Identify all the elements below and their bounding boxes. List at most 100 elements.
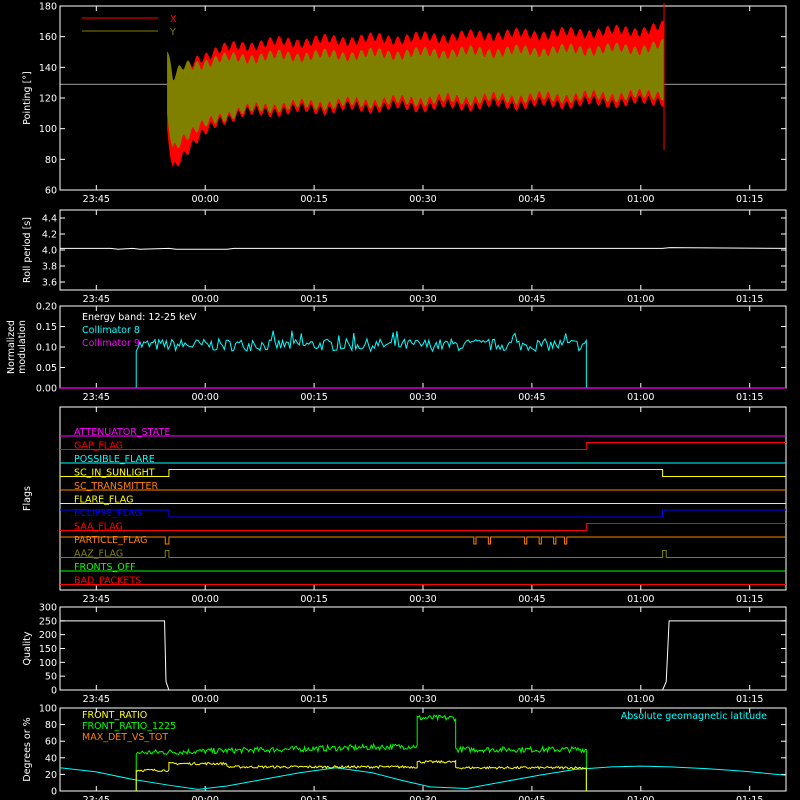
series-collimator-8: [60, 330, 786, 389]
x-tick-label: 01:15: [736, 795, 763, 800]
y-tick-label: 300: [39, 603, 57, 614]
panel-ratios: 23:45 00:00 00:15 00:30 00:45 01:00 01:15 0 20 40…: [22, 704, 787, 800]
legend-label-front-ratio-1225: FRONT_RATIO_1225: [82, 721, 176, 732]
y-axis-label-line1: Normalized: [6, 320, 17, 374]
x-tick-label: 00:45: [518, 594, 545, 605]
flag-label-fronts-off: FRONTS_OFF: [74, 562, 136, 573]
series-area-y: [167, 38, 665, 149]
y-tick-label: 160: [39, 32, 57, 43]
x-tick-label: 01:15: [736, 294, 763, 305]
panel-pointing: 23:45 00:00 00:15 00:30 00:45 01:00 01:15 60 80 1…: [22, 2, 787, 205]
flag-line-aaz-flag: [60, 550, 786, 558]
y-axis-label: Quality: [22, 631, 33, 665]
y-tick-label: 20: [45, 770, 57, 781]
y-tick-label: 150: [39, 644, 57, 655]
figure-canvas: 23:45 00:00 00:15 00:30 00:45 01:00 01:15 60 80 1…: [6, 2, 787, 800]
flag-label-flare-flag: FLARE_FLAG: [74, 495, 134, 506]
y-tick-label: 80: [45, 155, 57, 166]
x-tick-label: 23:45: [83, 795, 110, 800]
legend-label-x: X: [170, 14, 177, 25]
y-tick-label: 0.10: [36, 343, 57, 354]
panel-flags: 23:45 00:00 00:15 00:30 00:45 01:00 01:15 Flags…: [22, 406, 787, 605]
plot-frame: [59, 209, 787, 291]
y-tick-label: 180: [39, 2, 57, 13]
panel-modulation: 23:45 00:00 00:15 00:30 00:45 01:00 01:15 0.00 0…: [6, 302, 787, 403]
y-axis-label: Degrees or %: [22, 717, 33, 781]
flag-label-aaz-flag: AAZ_FLAG: [74, 549, 123, 560]
y-tick-label: 120: [39, 94, 57, 105]
flag-line-sc-in-sunlight: [60, 469, 786, 477]
x-tick-label: 00:00: [192, 594, 219, 605]
flag-label-eclipse-flag: ECLIPSE_FLAG: [74, 508, 142, 519]
x-tick-label: 00:15: [300, 392, 327, 403]
x-tick-label: 01:15: [736, 694, 763, 705]
flag-label-saa-flag: SAA_FLAG: [74, 522, 123, 533]
x-tick-label: 00:30: [409, 294, 436, 305]
x-tick-label: 01:00: [627, 594, 654, 605]
y-tick-label: 4.4: [42, 214, 57, 225]
x-tick-label: 23:45: [83, 194, 110, 205]
y-tick-label: 140: [39, 63, 57, 74]
series-line-roll-period: [60, 247, 787, 250]
legend-label-collimator-9: Collimator 9: [82, 338, 140, 349]
x-tick-label: 00:00: [192, 795, 219, 800]
x-tick-label: 01:15: [736, 594, 763, 605]
flag-line-eclipse-flag: [60, 509, 786, 518]
x-tick-label: 00:15: [300, 795, 327, 800]
legend-label-front-ratio: FRONT_RATIO: [82, 710, 147, 721]
y-tick-label: 0: [51, 787, 57, 798]
y-tick-label: 40: [45, 753, 57, 764]
x-tick-label: 00:15: [300, 294, 327, 305]
x-tick-label: 00:30: [409, 594, 436, 605]
x-tick-label: 00:45: [518, 392, 545, 403]
y-tick-label: 4.0: [42, 246, 57, 257]
x-tick-label: 23:45: [83, 294, 110, 305]
y-tick-label: 100: [39, 658, 57, 669]
x-tick-label: 01:00: [627, 294, 654, 305]
annotation-geomagnetic-latitude: Absolute geomagnetic latitude: [621, 711, 767, 722]
x-tick-label: 00:15: [300, 594, 327, 605]
flag-line-particle-flag: [60, 536, 786, 545]
y-tick-label: 60: [45, 186, 57, 197]
y-tick-label: 100: [39, 124, 57, 135]
x-tick-label: 01:15: [736, 194, 763, 205]
x-tick-label: 00:30: [409, 194, 436, 205]
y-tick-label: 200: [39, 630, 57, 641]
y-tick-label: 100: [39, 704, 57, 715]
flag-label-bad-packets: BAD_PACKETS: [74, 576, 141, 587]
flag-line-gap-flag: [60, 442, 786, 450]
x-tick-label: 00:45: [518, 294, 545, 305]
x-tick-label: 23:45: [83, 594, 110, 605]
annotation-energy-band: Energy band: 12-25 keV: [82, 312, 197, 323]
x-tick-label: 01:00: [627, 194, 654, 205]
plot-frame: [59, 606, 787, 691]
x-tick-label: 23:45: [83, 392, 110, 403]
x-tick-label: 00:30: [409, 392, 436, 403]
x-tick-label: 00:15: [300, 694, 327, 705]
x-tick-label: 00:00: [192, 294, 219, 305]
x-tick-label: 00:15: [300, 194, 327, 205]
x-tick-label: 00:00: [192, 392, 219, 403]
y-tick-label: 250: [39, 616, 57, 627]
series-line-quality: [60, 620, 786, 691]
flag-label-attenuator-state: ATTENUATOR_STATE: [74, 427, 170, 438]
legend-label-max-det-vs-tot: MAX_DET_VS_TOT: [82, 732, 168, 743]
y-tick-label: 0.15: [36, 322, 57, 333]
y-tick-label: 80: [45, 720, 57, 731]
x-tick-label: 00:45: [518, 795, 545, 800]
y-axis-label: Pointing [°]: [22, 71, 33, 124]
x-tick-label: 00:30: [409, 694, 436, 705]
y-tick-label: 0.20: [36, 302, 57, 313]
y-tick-label: 0.00: [36, 384, 57, 395]
y-tick-label: 3.8: [42, 262, 57, 273]
x-tick-label: 23:45: [83, 694, 110, 705]
legend-label-collimator-8: Collimator 8: [82, 325, 140, 336]
flag-label-sc-in-sunlight: SC_IN_SUNLIGHT: [74, 468, 155, 479]
y-axis-label: Flags: [22, 486, 33, 511]
y-tick-label: 60: [45, 737, 57, 748]
flag-label-possible-flare: POSSIBLE_FLARE: [74, 454, 155, 465]
x-tick-label: 01:15: [736, 392, 763, 403]
x-tick-label: 01:00: [627, 392, 654, 403]
y-tick-label: 3.6: [42, 278, 57, 289]
x-tick-label: 00:45: [518, 194, 545, 205]
